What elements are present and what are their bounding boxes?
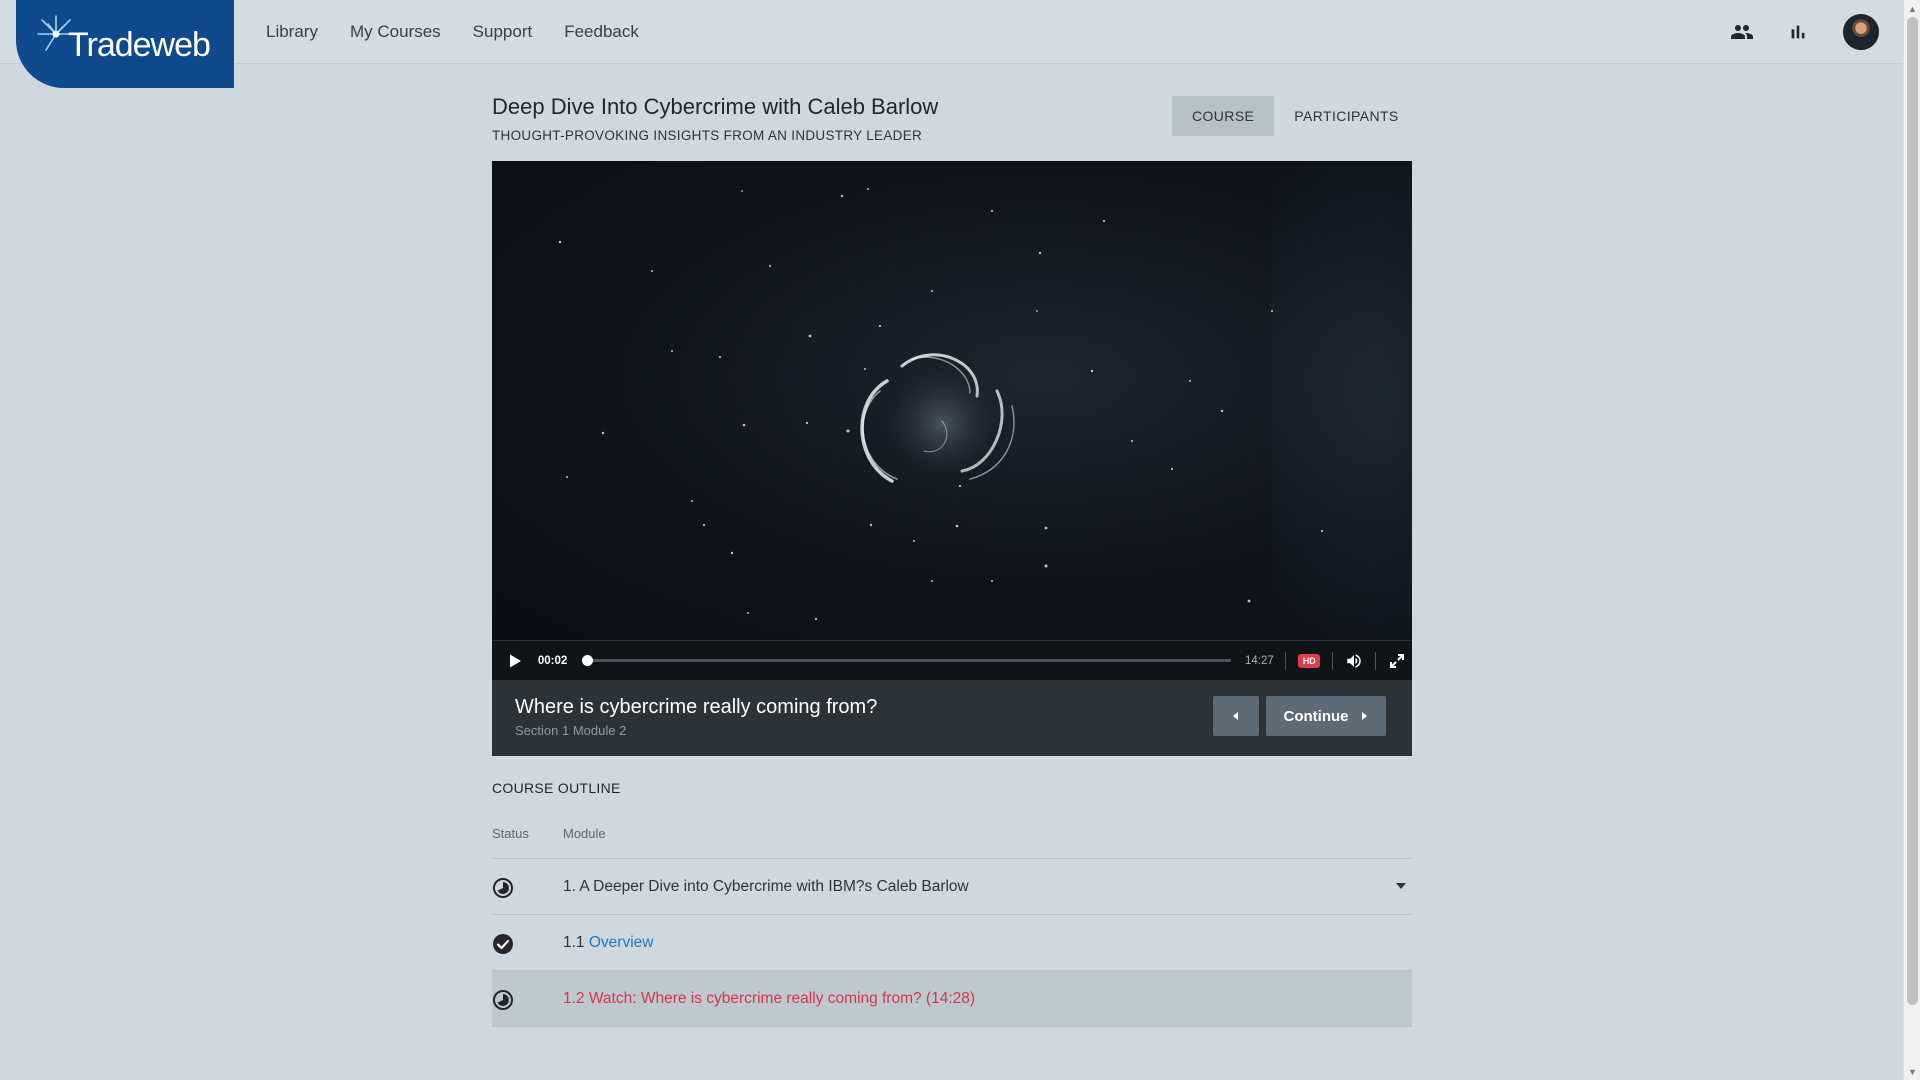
main-nav: Library My Courses Support Feedback xyxy=(266,0,639,64)
top-bar: Tradeweb Library My Courses Support Feed… xyxy=(0,0,1903,88)
outline-heading: COURSE OUTLINE xyxy=(492,780,621,796)
video-player[interactable] xyxy=(492,161,1412,640)
control-divider xyxy=(1332,651,1334,670)
tab-participants[interactable]: PARTICIPANTS xyxy=(1274,96,1418,136)
progress-bar[interactable] xyxy=(582,655,1232,666)
nav-my-courses[interactable]: My Courses xyxy=(350,22,441,42)
play-icon xyxy=(509,654,521,667)
previous-module-button[interactable] xyxy=(1213,696,1259,736)
duration: 14:27 xyxy=(1244,654,1274,667)
nav-feedback[interactable]: Feedback xyxy=(564,22,639,42)
module-label: 1. A Deeper Dive into Cybercrime with IB… xyxy=(563,877,969,895)
check-circle-icon xyxy=(493,934,513,954)
overview-link[interactable]: Overview xyxy=(589,934,654,951)
user-avatar[interactable] xyxy=(1843,14,1879,50)
course-tabs: COURSE PARTICIPANTS xyxy=(1172,96,1419,136)
module-bar: Where is cybercrime really coming from? … xyxy=(492,680,1412,756)
logo-text: Tradeweb xyxy=(68,26,211,64)
nav-library[interactable]: Library xyxy=(266,22,318,42)
control-divider xyxy=(1375,651,1377,670)
tab-course[interactable]: COURSE xyxy=(1172,96,1275,136)
fullscreen-button[interactable] xyxy=(1382,641,1412,681)
tradeweb-logo[interactable]: Tradeweb xyxy=(16,0,234,88)
scroll-down-arrow-icon[interactable]: ▼ xyxy=(1904,1063,1920,1080)
scroll-thumb[interactable] xyxy=(1907,17,1918,1005)
hd-toggle[interactable]: HD xyxy=(1298,653,1321,668)
bar-chart-icon[interactable] xyxy=(1784,18,1812,46)
module-title: Where is cybercrime really coming from? xyxy=(515,696,878,718)
column-header-module: Module xyxy=(563,826,606,841)
scroll-up-arrow-icon[interactable]: ▲ xyxy=(1904,0,1920,17)
play-button[interactable] xyxy=(492,641,538,681)
chevron-down-icon[interactable] xyxy=(1396,883,1406,889)
in-progress-status-icon xyxy=(493,990,513,1010)
continue-button[interactable]: Continue xyxy=(1266,696,1386,736)
module-label[interactable]: 1.2 Watch: Where is cybercrime really co… xyxy=(563,990,975,1008)
module-label: 1.1 Overview xyxy=(563,934,653,952)
continue-label: Continue xyxy=(1283,707,1349,725)
current-time: 00:02 xyxy=(537,654,568,667)
course-title: Deep Dive Into Cybercrime with Caleb Bar… xyxy=(492,94,939,119)
caret-right-icon xyxy=(1361,712,1367,720)
column-header-status: Status xyxy=(492,826,529,841)
control-divider xyxy=(1285,651,1287,670)
outline-row-1-2-current[interactable]: 1.2 Watch: Where is cybercrime really co… xyxy=(492,971,1412,1027)
video-controls: 00:02 14:27 HD xyxy=(492,640,1412,680)
outline-row-1-1[interactable]: 1.1 Overview xyxy=(492,915,1412,971)
module-number: 1.1 xyxy=(563,933,589,951)
volume-button[interactable] xyxy=(1339,641,1369,681)
page-scrollbar[interactable]: ▲ ▼ xyxy=(1903,0,1920,1080)
volume-icon xyxy=(1347,653,1361,668)
caret-left-icon xyxy=(1233,712,1238,720)
course-subtitle: THOUGHT-PROVOKING INSIGHTS FROM AN INDUS… xyxy=(492,128,923,143)
video-frame-starfield xyxy=(558,188,1324,621)
module-subtitle: Section 1 Module 2 xyxy=(515,723,627,738)
outline-row-section-1[interactable]: 1. A Deeper Dive into Cybercrime with IB… xyxy=(492,859,1412,915)
people-icon[interactable] xyxy=(1728,18,1756,46)
nav-support[interactable]: Support xyxy=(473,22,533,42)
in-progress-status-icon xyxy=(493,878,513,898)
fullscreen-icon xyxy=(1390,653,1405,668)
progress-knob[interactable] xyxy=(582,655,593,666)
course-outline: 1. A Deeper Dive into Cybercrime with IB… xyxy=(492,858,1412,1027)
